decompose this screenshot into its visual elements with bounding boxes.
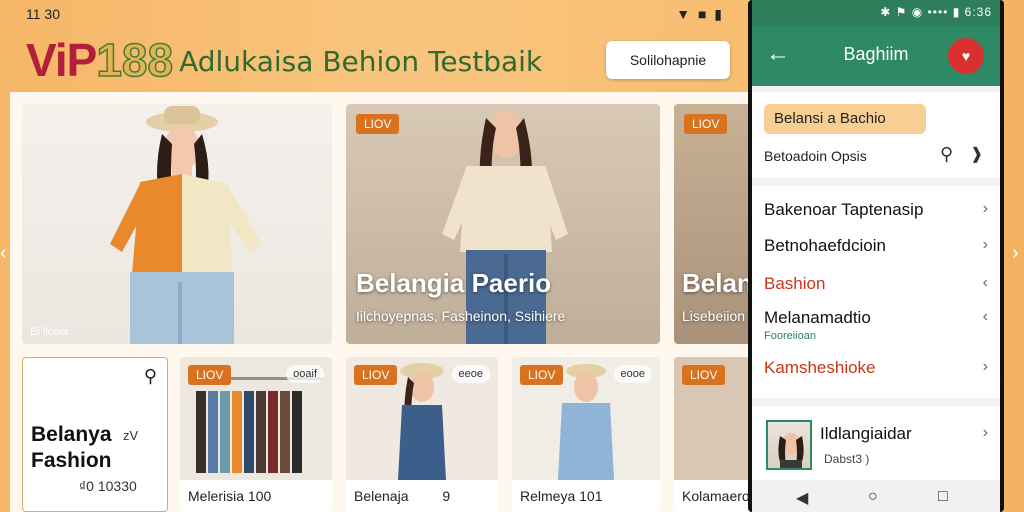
phone-status-time: 6:36	[964, 5, 992, 19]
search-icon[interactable]: ⚲	[144, 366, 157, 387]
product-pill-1: ooaif	[286, 365, 324, 383]
hero-photo-1	[22, 104, 332, 344]
user-photo	[766, 420, 812, 470]
brand-header: ViP 188 Adlukaisa Behion Testbaik	[26, 28, 543, 86]
header-action-button[interactable]: Solilohapnie	[606, 41, 730, 79]
product-badge-3: LIOV	[520, 365, 564, 385]
product-badge-2: LIOV	[354, 365, 398, 385]
chevron-right-icon: ‹	[982, 274, 988, 291]
phone-app-bar: ← Baghiim ♥	[752, 26, 1000, 86]
model-illustration	[110, 106, 262, 344]
phone-search-panel: Belansi a Bachio Betoadoin Opsis ⚲ ❱	[752, 92, 1000, 178]
chevron-right-icon: ›	[982, 358, 988, 375]
user-meta: Dabst3 )	[824, 452, 870, 466]
category-chip[interactable]: Belansi a Bachio	[764, 104, 926, 134]
hero-badge-2: LIOV	[356, 114, 400, 134]
phone-menu-list: Bakenoar Taptenasip › Betnohaefdcioin › …	[752, 186, 1000, 398]
status-time: 11 30	[26, 6, 60, 22]
hero-card-3[interactable]: LIOV Belan Lisebeiion	[674, 104, 750, 344]
product-badge-1: LIOV	[188, 365, 232, 385]
menu-item-label: Bakenoar Taptenasip	[764, 200, 924, 219]
hero-caption-1: Ei llcoia	[30, 326, 68, 338]
filter-icon[interactable]: ❱	[970, 144, 983, 164]
feature-aside: zV	[123, 428, 139, 443]
nav-recents-icon[interactable]: □	[938, 488, 948, 506]
hero-badge-3: LIOV	[684, 114, 728, 134]
product-card-4[interactable]: LIOV Kolamaero	[674, 357, 750, 512]
user-name: Ildlangiaidar	[820, 424, 912, 443]
phone-status-icons: ✱ ⚑ ◉ •••• ▮ 6:36	[880, 5, 992, 19]
product-caption-3: Relmeya 101	[512, 480, 660, 512]
product-badge-4: LIOV	[682, 365, 726, 385]
hero-card-2[interactable]: LIOV Belangia Paerio Iilchoyepnas, Fashe…	[346, 104, 660, 344]
carousel-left-arrow[interactable]: ‹	[0, 242, 7, 265]
carousel-right-arrow[interactable]: ›	[1012, 242, 1019, 265]
menu-item-2[interactable]: Betnohaefdcioin ›	[764, 236, 988, 256]
menu-item-4[interactable]: Melanamadtio Fooreiioan ‹	[764, 308, 988, 342]
menu-item-1[interactable]: Bakenoar Taptenasip ›	[764, 200, 988, 220]
search-icon[interactable]: ⚲	[940, 144, 953, 165]
menu-item-label: Kamsheshioke	[764, 358, 876, 377]
product-caption-2: Belenaja 9	[346, 480, 498, 512]
phone-status-bar: ✱ ⚑ ◉ •••• ▮ 6:36	[752, 0, 1000, 26]
phone-device: ✱ ⚑ ◉ •••• ▮ 6:36 ← Baghiim ♥ Belansi a …	[748, 0, 1004, 512]
product-card-1[interactable]: LIOV ooaif Melerisia 100	[180, 357, 332, 512]
product-caption-text-2: Belenaja	[354, 488, 409, 504]
product-card-3[interactable]: LIOV eooe Relmeya 101	[512, 357, 660, 512]
hero-subtitle-2: Iilchoyepnas, Fasheinon, Ssihiere	[356, 308, 566, 324]
brand-logo-number: 188	[96, 34, 174, 86]
phone-nav-bar: ◀ ○ □	[752, 484, 1000, 512]
feature-card[interactable]: ⚲ Belanya Fashion zV ₫0 10330	[22, 357, 168, 512]
chevron-right-icon: ›	[982, 236, 988, 253]
chevron-right-icon: ›	[982, 424, 988, 441]
product-caption-aside-2: 9	[442, 488, 451, 504]
hero-title-2: Belangia Paerio	[356, 268, 552, 298]
search-input[interactable]: Betoadoin Opsis	[764, 148, 867, 164]
phone-screen: ✱ ⚑ ◉ •••• ▮ 6:36 ← Baghiim ♥ Belansi a …	[752, 0, 1000, 512]
product-caption-1: Melerisia 100	[180, 480, 332, 512]
brand-logo[interactable]: ViP	[26, 36, 97, 84]
hero-title-3: Belan	[682, 268, 750, 298]
tablet-status-bar: 11 30 ▼ ■ ▮	[22, 4, 732, 22]
user-row[interactable]: Ildlangiaidar Dabst3 ) ›	[752, 406, 1000, 480]
chevron-right-icon: ‹	[982, 308, 988, 325]
feature-title: Belanya Fashion	[31, 423, 112, 472]
menu-item-3[interactable]: Bashion ‹	[764, 274, 988, 294]
product-pill-2: eeoe	[451, 365, 490, 383]
menu-item-label: Bashion	[764, 274, 826, 293]
brand-tagline: Adlukaisa Behion Testbaik	[179, 45, 543, 78]
hero-subtitle-3: Lisebeiion	[682, 308, 746, 324]
menu-item-5[interactable]: Kamsheshioke ›	[764, 358, 988, 378]
product-caption-4: Kolamaero	[674, 480, 750, 512]
hero-card-1[interactable]: Ei llcoia	[22, 104, 332, 344]
user-portrait	[778, 433, 804, 468]
menu-item-sublabel: Fooreiioan	[764, 330, 816, 342]
menu-item-label: Betnohaefdcioin	[764, 236, 886, 255]
user-avatar[interactable]: ♥	[948, 38, 984, 74]
phone-status-glyphs: ✱ ⚑ ◉ •••• ▮	[880, 5, 961, 19]
product-card-2[interactable]: LIOV eeoe Belenaja 9	[346, 357, 498, 512]
feature-price: ₫0 10330	[79, 478, 137, 494]
chevron-right-icon: ›	[982, 200, 988, 217]
menu-item-label: Melanamadtio	[764, 308, 871, 327]
product-pill-3: eooe	[613, 365, 652, 383]
nav-back-icon[interactable]: ◀	[796, 488, 808, 508]
product-grid: Ei llcoia LIOV Belangia Paerio Iilchoyep…	[10, 92, 750, 512]
status-icons: ▼ ■ ▮	[676, 6, 724, 22]
nav-home-icon[interactable]: ○	[868, 488, 878, 506]
